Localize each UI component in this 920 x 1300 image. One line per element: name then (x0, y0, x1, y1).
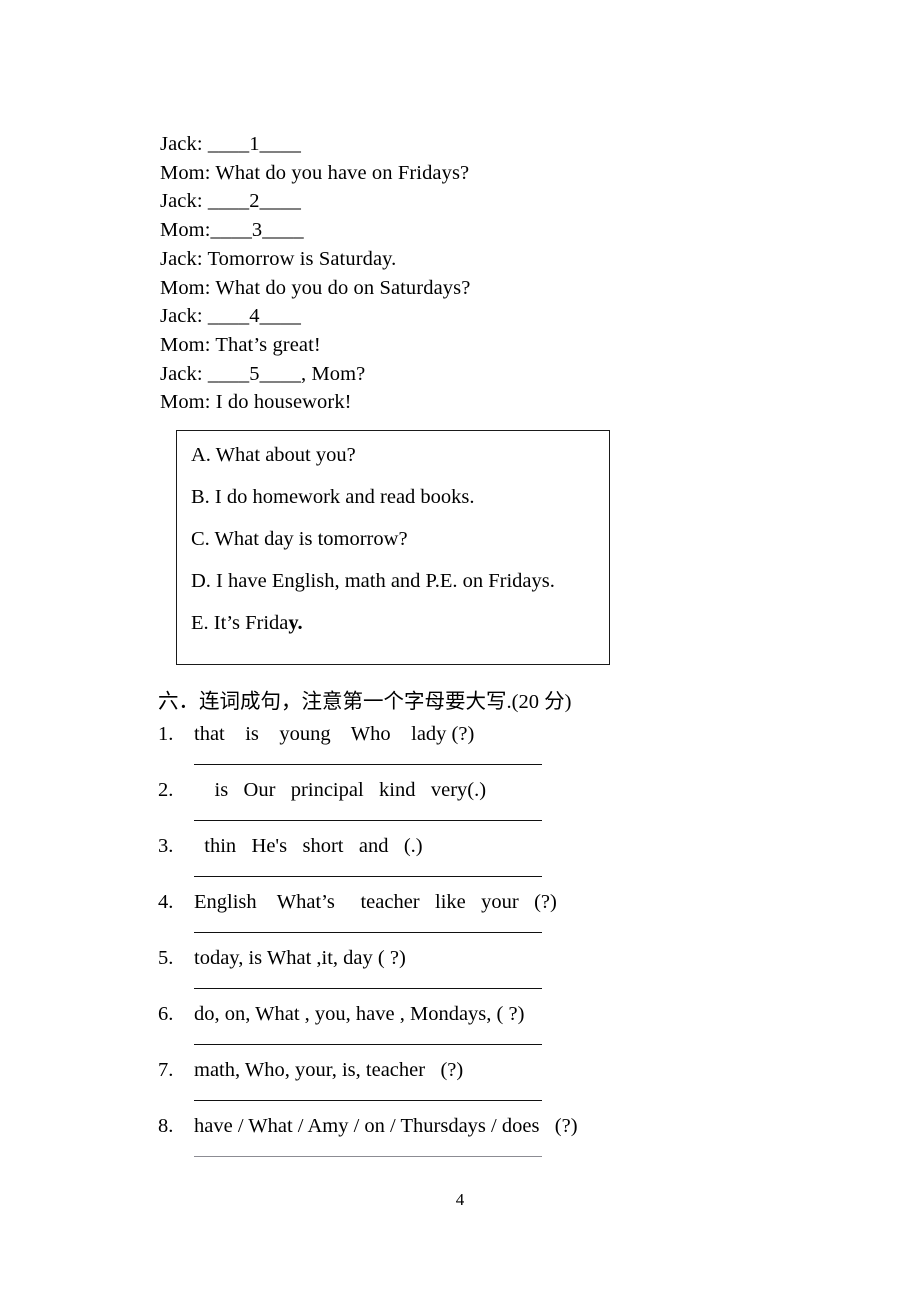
answer-option-text: D. I have English, math and P.E. on Frid… (191, 570, 555, 592)
answer-line[interactable] (194, 1044, 542, 1045)
item-words: thin He's short and (.) (194, 835, 423, 857)
answer-option: B. I do homework and read books. (191, 487, 601, 508)
item-words: English What’s teacher like your (?) (194, 891, 557, 913)
answer-line[interactable] (194, 820, 542, 821)
dialogue-line: Jack: ____2____ (160, 190, 301, 213)
dialogue-line: Mom: What do you have on Fridays? (160, 161, 470, 184)
item-line: 1. that is young Who lady (?) (158, 722, 474, 747)
item-words: have / What / Amy / on / Thursdays / doe… (194, 1115, 578, 1137)
item-number: 7. (158, 1059, 174, 1081)
item-line: 6. do, on, What , you, have , Mondays, ( … (158, 1002, 524, 1027)
answer-line[interactable] (194, 1156, 542, 1157)
item-number: 6. (158, 1003, 174, 1025)
item-number: 8. (158, 1115, 174, 1137)
dialogue-line: Jack: ____1____ (160, 133, 301, 155)
item-line: 2. is Our principal kind very(.) (158, 778, 486, 803)
dialogue-line: Mom: What do you do on Saturdays? (160, 276, 471, 299)
dialogue-line: Mom:____3____ (160, 219, 304, 242)
answer-option-text: B. I do homework and read books. (191, 486, 475, 508)
list-item: 6. do, on, What , you, have , Mondays, ( … (158, 1002, 818, 1058)
list-item: 8. have / What / Amy / on / Thursdays / d… (158, 1114, 818, 1170)
item-line: 8. have / What / Amy / on / Thursdays / d… (158, 1114, 578, 1139)
item-number: 1. (158, 723, 174, 745)
answer-line[interactable] (194, 1100, 542, 1101)
item-words: that is young Who lady (?) (194, 723, 475, 745)
list-item: 3. thin He's short and (.) (158, 834, 818, 890)
answer-option-text: E. It’s Frida (191, 612, 289, 634)
section-heading-score: .(20 分) (506, 691, 572, 713)
list-item: 5. today, is What ,it, day ( ?) (158, 946, 818, 1002)
answer-option: D. I have English, math and P.E. on Frid… (191, 571, 601, 592)
list-item: 1. that is young Who lady (?) (158, 722, 818, 778)
item-line: 7. math, Who, your, is, teacher (?) (158, 1058, 463, 1083)
item-line: 3. thin He's short and (.) (158, 834, 423, 859)
item-words: math, Who, your, is, teacher (?) (194, 1059, 464, 1081)
dialogue-block: Jack: ____1____ Mom: What do you have on… (160, 130, 720, 417)
item-number: 4. (158, 891, 174, 913)
list-item: 7. math, Who, your, is, teacher (?) (158, 1058, 818, 1114)
dialogue-line: Jack: Tomorrow is Saturday. (160, 247, 397, 270)
answer-line[interactable] (194, 988, 542, 989)
answer-option: C. What day is tomorrow? (191, 529, 601, 550)
dialogue-line: Jack: ____4____ (160, 305, 301, 328)
answer-option-text: C. What day is tomorrow? (191, 528, 408, 550)
answer-options-list: A. What about you? B. I do homework and … (191, 445, 601, 634)
answer-line[interactable] (194, 876, 542, 877)
answer-line[interactable] (194, 932, 542, 933)
item-line: 5. today, is What ,it, day ( ?) (158, 946, 406, 971)
answer-option-text: A. What about you? (191, 444, 356, 466)
section-heading-chinese: 六．连词成句，注意第一个字母要大写 (158, 689, 507, 713)
answer-line[interactable] (194, 764, 542, 765)
worksheet-page: Jack: ____1____ Mom: What do you have on… (0, 0, 920, 1300)
answer-option: A. What about you? (191, 445, 601, 466)
item-number: 5. (158, 947, 174, 969)
sentence-ordering-items: 1. that is young Who lady (?) 2. is Our p… (158, 722, 818, 1170)
item-words: is Our principal kind very(.) (194, 779, 487, 801)
item-words: today, is What ,it, day ( ?) (194, 947, 406, 969)
answer-options-box: A. What about you? B. I do homework and … (176, 430, 610, 665)
item-number: 3. (158, 835, 174, 857)
item-words: do, on, What , you, have , Mondays, ( ?) (194, 1003, 525, 1025)
dialogue-line: Mom: I do housework! (160, 391, 352, 414)
answer-option-bold-tail: y. (288, 612, 303, 634)
list-item: 2. is Our principal kind very(.) (158, 778, 818, 834)
item-number: 2. (158, 779, 174, 801)
list-item: 4. English What’s teacher like your (?) (158, 890, 818, 946)
page-number: 4 (455, 1190, 465, 1209)
item-line: 4. English What’s teacher like your (?) (158, 890, 557, 915)
section-heading: 六．连词成句，注意第一个字母要大写.(20 分) (158, 688, 571, 715)
answer-option: E. It’s Friday. (191, 613, 601, 634)
dialogue-line: Mom: That’s great! (160, 333, 321, 356)
dialogue-line: Jack: ____5____, Mom? (160, 362, 366, 385)
